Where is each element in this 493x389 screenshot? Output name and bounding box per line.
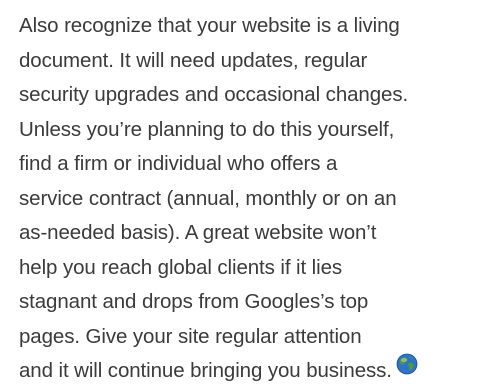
paragraph-line-10: pages. Give your site regular attention: [19, 324, 362, 348]
paragraph-line-8: help you reach global clients if it lies: [19, 255, 343, 279]
paragraph-line-1: Also recognize that your website is a li…: [19, 14, 400, 37]
paragraph-line-11-wrap: and it will continue bringing you busine…: [19, 352, 489, 389]
paragraph-line-5: find a firm or individual who offers a: [19, 152, 338, 175]
paragraph-line-6: service contract (annual, monthly or on …: [19, 186, 397, 210]
paragraph-line-3: security upgrades and occasional changes…: [19, 83, 409, 106]
paragraph-line-11: and it will continue bringing you busine…: [19, 359, 392, 382]
paragraph-line-4: Unless you’re planning to do this yourse…: [19, 117, 395, 141]
article-paragraph: Also recognize that your website is a li…: [19, 9, 489, 389]
globe-icon: [396, 352, 418, 387]
paragraph-line-2: document. It will need updates, regular: [19, 48, 368, 72]
paragraph-line-7: as-needed basis). A great website won’t: [19, 221, 377, 244]
paragraph-line-9: stagnant and drops from Googles’s top: [19, 290, 369, 313]
